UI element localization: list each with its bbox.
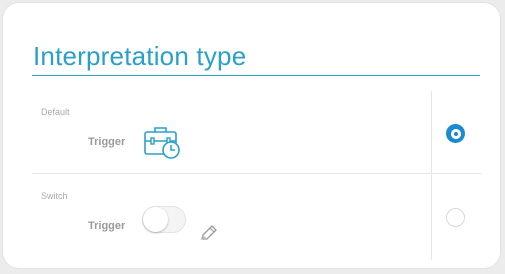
- trigger-label-switch: Trigger: [88, 220, 126, 232]
- page-title: Interpretation type: [33, 41, 247, 71]
- radio-default-selected[interactable]: [446, 124, 465, 143]
- trigger-label-default: Trigger: [88, 136, 126, 148]
- title-underline: [32, 75, 480, 76]
- row-divider: [32, 173, 481, 174]
- toggle-knob: [143, 207, 168, 232]
- column-divider: [431, 91, 432, 260]
- pencil-icon[interactable]: [199, 223, 219, 243]
- briefcase-clock-icon[interactable]: [143, 124, 181, 160]
- option-label-switch: Switch: [41, 191, 68, 201]
- interpretation-type-card: Interpretation type Default Trigger Swit…: [3, 3, 500, 268]
- toggle-switch[interactable]: [142, 206, 186, 233]
- radio-switch-unselected[interactable]: [446, 208, 465, 227]
- option-label-default: Default: [41, 107, 70, 117]
